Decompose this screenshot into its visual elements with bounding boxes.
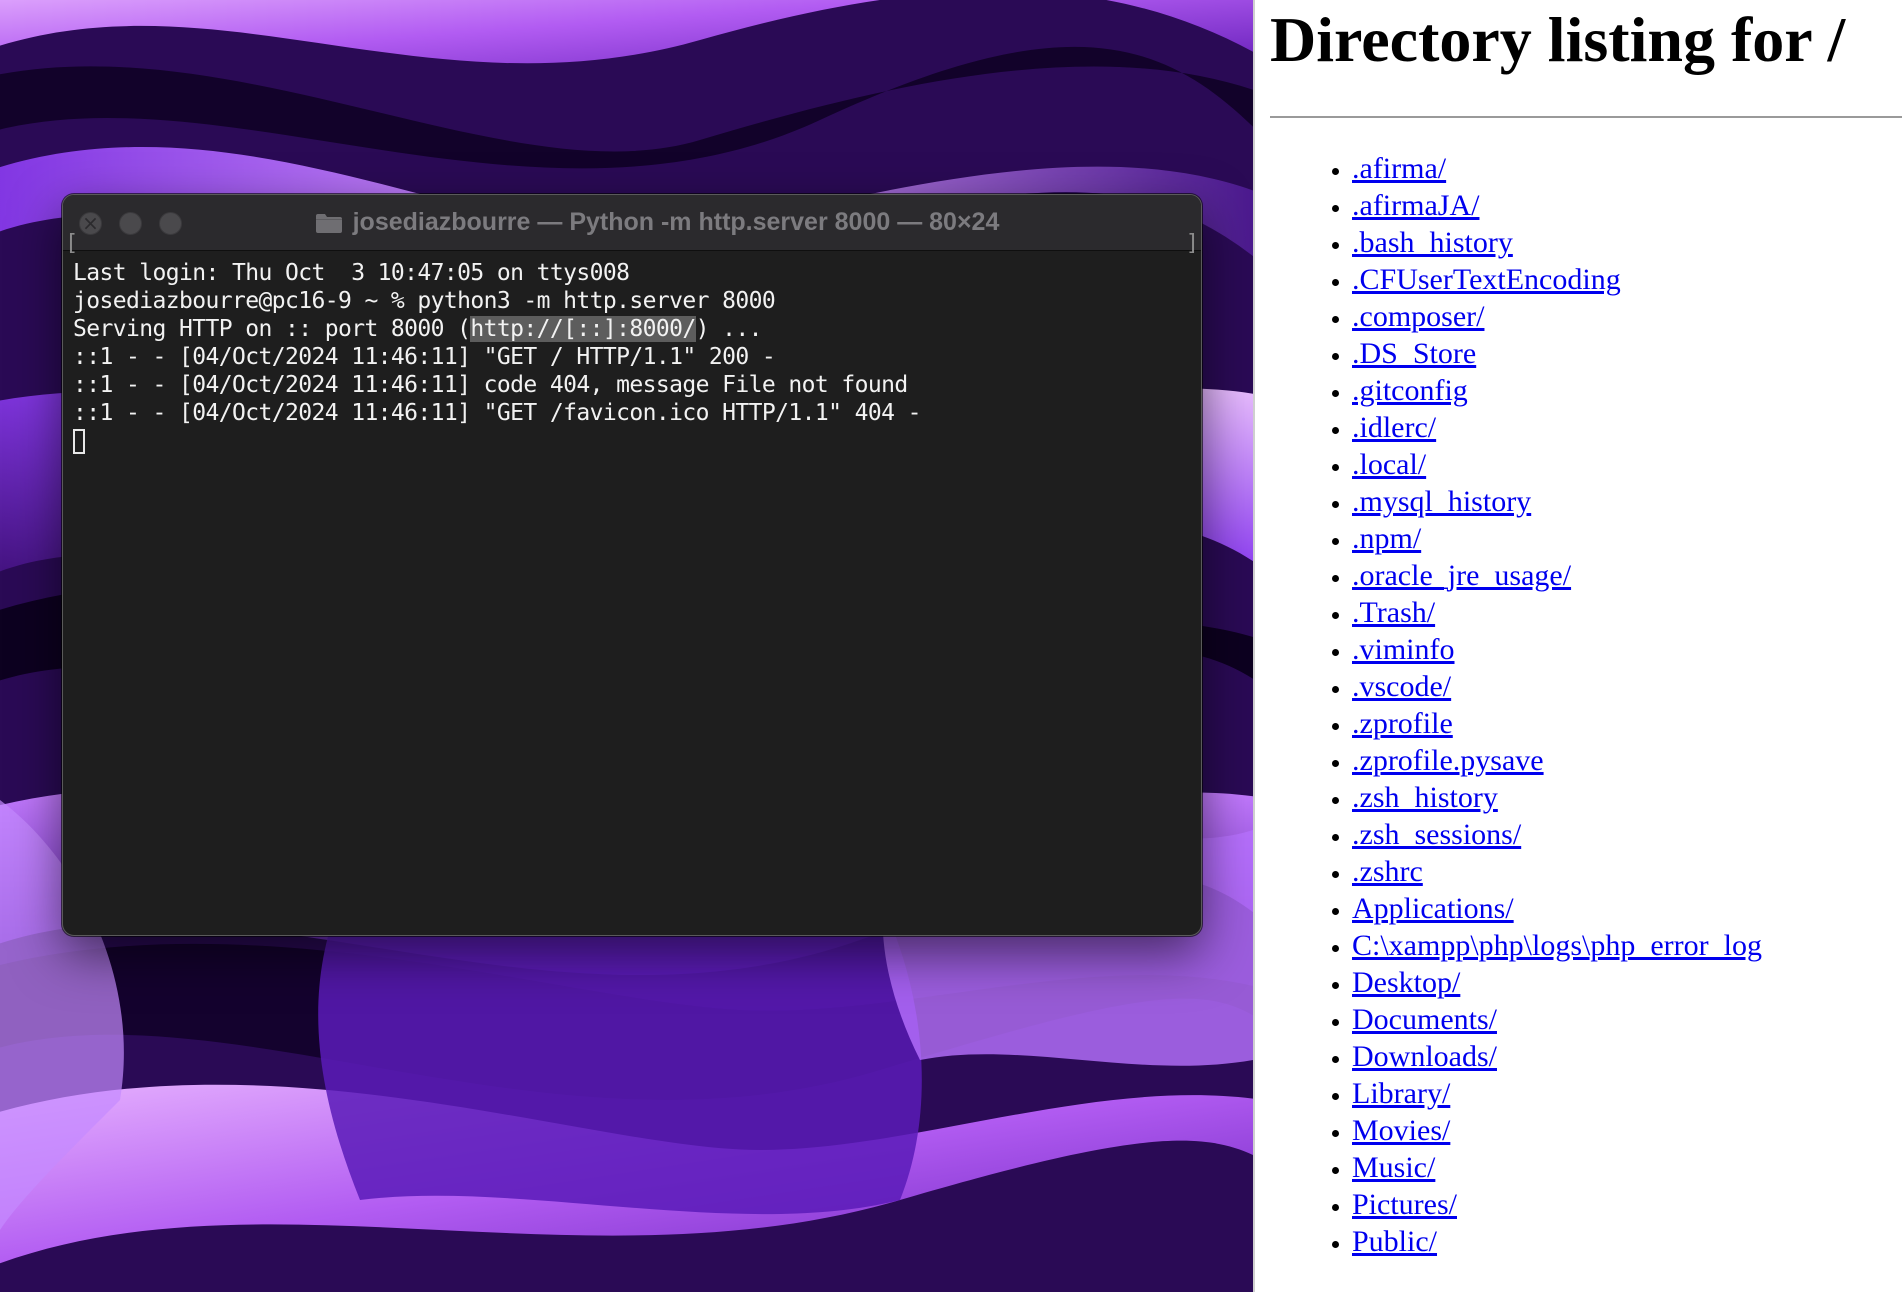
terminal-line-serving: Serving HTTP on :: port 8000 (http://[::… (73, 315, 1201, 343)
text-cursor (73, 429, 85, 454)
list-item: C:\xampp\php\logs\php_error_log (1352, 927, 1762, 964)
list-item: .zshrc (1352, 853, 1762, 890)
directory-entry-link[interactable]: Movies/ (1352, 1114, 1450, 1147)
folder-icon (315, 213, 342, 233)
list-item: Music/ (1352, 1149, 1762, 1186)
terminal-cursor-line (73, 427, 1201, 455)
directory-entry-link[interactable]: .npm/ (1352, 522, 1421, 555)
list-item: Downloads/ (1352, 1038, 1762, 1075)
list-item: .bash_history (1352, 224, 1762, 261)
list-item: Documents/ (1352, 1001, 1762, 1038)
directory-entry-link[interactable]: .zsh_sessions/ (1352, 818, 1521, 851)
directory-entry-link[interactable]: .composer/ (1352, 300, 1484, 333)
list-item: .gitconfig (1352, 372, 1762, 409)
serving-text-before: Serving HTTP on :: port 8000 ( (73, 316, 471, 342)
directory-entry-link[interactable]: .zprofile (1352, 707, 1453, 740)
directory-entry-link[interactable]: .viminfo (1352, 633, 1455, 666)
list-item: .zprofile (1352, 705, 1762, 742)
directory-entry-link[interactable]: .zprofile.pysave (1352, 744, 1544, 777)
terminal-line-last-login: Last login: Thu Oct 3 10:47:05 on ttys00… (73, 260, 630, 286)
directory-entry-link[interactable]: Public/ (1352, 1225, 1437, 1258)
directory-entry-link[interactable]: .mysql_history (1352, 485, 1531, 518)
directory-entry-link[interactable]: Desktop/ (1352, 966, 1460, 999)
list-item: .local/ (1352, 446, 1762, 483)
directory-entry-link[interactable]: .CFUserTextEncoding (1352, 263, 1621, 296)
directory-listing: .afirma/ .afirmaJA/ .bash_history .CFUserTe… (1255, 150, 1762, 1260)
list-item: .viminfo (1352, 631, 1762, 668)
directory-entry-link[interactable]: .afirmaJA/ (1352, 189, 1479, 222)
list-item: .npm/ (1352, 520, 1762, 557)
terminal-line-get-root: ::1 - - [04/Oct/2024 11:46:11] "GET / HT… (73, 344, 776, 370)
list-item: Desktop/ (1352, 964, 1762, 1001)
terminal-line-favicon: ::1 - - [04/Oct/2024 11:46:11] "GET /fav… (73, 400, 921, 426)
minimize-icon[interactable] (119, 212, 142, 235)
horizontal-rule (1270, 116, 1902, 118)
directory-entry-link[interactable]: Downloads/ (1352, 1040, 1497, 1073)
directory-entry-link[interactable]: .vscode/ (1352, 670, 1451, 703)
list-item: .idlerc/ (1352, 409, 1762, 446)
list-item: Applications/ (1352, 890, 1762, 927)
directory-entry-link[interactable]: .idlerc/ (1352, 411, 1436, 444)
list-item: .CFUserTextEncoding (1352, 261, 1762, 298)
directory-entry-link[interactable]: .local/ (1352, 448, 1426, 481)
list-item: Public/ (1352, 1223, 1762, 1260)
directory-entry-link[interactable]: Library/ (1352, 1077, 1450, 1110)
directory-entry-link[interactable]: .Trash/ (1352, 596, 1435, 629)
maximize-icon[interactable] (159, 212, 182, 235)
close-icon[interactable] (79, 211, 102, 235)
directory-entry-link[interactable]: .zsh_history (1352, 781, 1498, 814)
list-item: .zprofile.pysave (1352, 742, 1762, 779)
browser-page: Directory listing for / .afirma/ .afirmaJ… (1253, 0, 1902, 1292)
directory-entry-link[interactable]: .bash_history (1352, 226, 1513, 259)
directory-entry-link[interactable]: .zshrc (1352, 855, 1423, 888)
terminal-line-404: ::1 - - [04/Oct/2024 11:46:11] code 404,… (73, 372, 908, 398)
selected-url[interactable]: http://[::]:8000/ (470, 316, 696, 342)
list-item: .Trash/ (1352, 594, 1762, 631)
terminal-output[interactable]: Last login: Thu Oct 3 10:47:05 on ttys00… (63, 251, 1201, 935)
directory-entry-link[interactable]: .DS_Store (1352, 337, 1476, 370)
directory-entry-link[interactable]: Music/ (1352, 1151, 1435, 1184)
list-item: .afirmaJA/ (1352, 187, 1762, 224)
directory-entry-link[interactable]: Pictures/ (1352, 1188, 1457, 1221)
directory-entry-link[interactable]: Applications/ (1352, 892, 1514, 925)
terminal-titlebar[interactable]: josediazbourre — Python -m http.server 8… (63, 195, 1201, 251)
list-item: .mysql_history (1352, 483, 1762, 520)
list-item: .zsh_history (1352, 779, 1762, 816)
terminal-window-title: josediazbourre — Python -m http.server 8… (352, 208, 1000, 236)
directory-entry-link[interactable]: .oracle_jre_usage/ (1352, 559, 1571, 592)
directory-entry-link[interactable]: C:\xampp\php\logs\php_error_log (1352, 929, 1762, 962)
list-item: .composer/ (1352, 298, 1762, 335)
list-item: Movies/ (1352, 1112, 1762, 1149)
directory-entry-link[interactable]: .afirma/ (1352, 152, 1446, 185)
terminal-line-command: josediazbourre@pc16-9 ~ % python3 -m htt… (73, 288, 776, 314)
list-item: Pictures/ (1352, 1186, 1762, 1223)
directory-entry-link[interactable]: Documents/ (1352, 1003, 1497, 1036)
list-item: Library/ (1352, 1075, 1762, 1112)
list-item: .zsh_sessions/ (1352, 816, 1762, 853)
list-item: .oracle_jre_usage/ (1352, 557, 1762, 594)
list-item: .DS_Store (1352, 335, 1762, 372)
directory-entry-link[interactable]: .gitconfig (1352, 374, 1468, 407)
page-title: Directory listing for / (1270, 4, 1846, 75)
serving-text-after: ) ... (695, 316, 763, 342)
list-item: .afirma/ (1352, 150, 1762, 187)
list-item: .vscode/ (1352, 668, 1762, 705)
terminal-window[interactable]: josediazbourre — Python -m http.server 8… (62, 194, 1202, 936)
terminal-title-group: josediazbourre — Python -m http.server 8… (253, 195, 1061, 250)
